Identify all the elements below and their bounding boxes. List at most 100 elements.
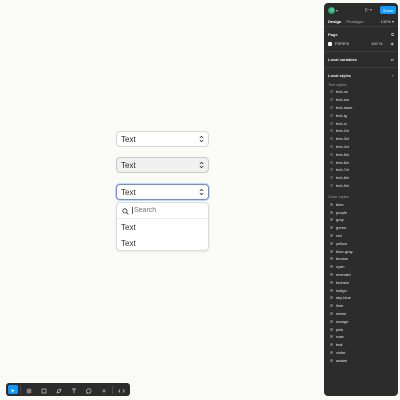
color-style-item[interactable]: purple [324, 208, 398, 216]
text-tool-button[interactable] [68, 385, 81, 394]
color-style-label: indigo [336, 287, 347, 293]
panel-header: ▾ ▷ ▾ Share [324, 3, 398, 17]
color-style-label: purple [336, 209, 348, 215]
local-variables-row[interactable]: Local variables ⇄ [324, 55, 398, 64]
rectangle-tool-button[interactable] [38, 385, 51, 394]
color-styles-list: blue purple gray green red yellow blue-gray bro… [324, 200, 398, 364]
chevron-down-icon[interactable]: ▾ [370, 7, 372, 12]
color-style-label: sky-blue [336, 295, 351, 301]
color-style-item[interactable]: violet [324, 349, 398, 357]
color-swatch-icon [330, 249, 333, 253]
select-focused[interactable]: Text [116, 184, 209, 200]
eye-icon[interactable]: ◉ [391, 41, 395, 46]
panel-divider [324, 51, 398, 52]
text-style-item[interactable]: text-base [324, 104, 398, 112]
dropdown-option[interactable]: Text [117, 235, 208, 251]
select-label: Text [121, 187, 136, 197]
color-swatch-icon [330, 350, 333, 354]
color-swatch-icon [330, 241, 333, 245]
chevron-down-icon[interactable]: ▾ [336, 8, 338, 13]
share-button[interactable]: Share [380, 6, 396, 14]
color-style-item[interactable]: avatar [324, 356, 398, 364]
page-color-hex[interactable]: F5F5F5 [335, 41, 349, 46]
color-style-label: rose [336, 334, 344, 340]
search-input[interactable] [133, 207, 194, 214]
canvas[interactable]: Text Text Text Text [0, 0, 324, 400]
text-style-item[interactable]: text-9xl [324, 182, 398, 190]
dropdown-option[interactable]: Text [117, 219, 208, 235]
text-style-item[interactable]: text-6xl [324, 158, 398, 166]
tab-design[interactable]: Design [328, 19, 341, 24]
text-styles-list: text-xs text-sm text-base text-lg text-xl tex… [324, 88, 398, 189]
color-style-item[interactable]: emerald [324, 271, 398, 279]
color-style-item[interactable]: yellow [324, 239, 398, 247]
text-style-label: text-base [336, 104, 353, 110]
text-style-item[interactable]: text-sm [324, 96, 398, 104]
settings-icon[interactable]: ⇄ [391, 57, 394, 62]
dropdown-search[interactable] [117, 203, 208, 219]
color-style-label: yellow [336, 240, 348, 246]
color-style-item[interactable]: indigo [324, 286, 398, 294]
select-hover[interactable]: Text [116, 157, 209, 173]
color-style-item[interactable]: blue [324, 200, 398, 208]
zoom-level[interactable]: 132% ▾ [381, 19, 394, 24]
color-style-label: avatar [336, 357, 348, 363]
color-style-item[interactable]: teal [324, 341, 398, 349]
color-style-item[interactable]: cyan [324, 263, 398, 271]
tab-prototype[interactable]: Prototype [346, 19, 363, 24]
text-style-item[interactable]: text-8xl [324, 174, 398, 182]
text-style-item[interactable]: text-7xl [324, 166, 398, 174]
text-style-item[interactable]: text-4xl [324, 143, 398, 151]
color-style-item[interactable]: blue-gray [324, 247, 398, 255]
text-style-item[interactable]: text-2xl [324, 127, 398, 135]
text-style-item[interactable]: text-3xl [324, 135, 398, 143]
color-style-item[interactable]: bronze [324, 255, 398, 263]
color-style-item[interactable]: gray [324, 216, 398, 224]
color-style-item[interactable]: lime [324, 302, 398, 310]
color-style-item[interactable]: fuchsia [324, 278, 398, 286]
frame-icon [26, 381, 32, 399]
color-swatch-icon [330, 210, 333, 214]
color-style-item[interactable]: green [324, 224, 398, 232]
move-tool-button[interactable] [8, 385, 19, 394]
actions-tool-button[interactable] [97, 385, 110, 394]
app-window: Text Text Text Text [0, 0, 400, 400]
properties-panel: ▾ ▷ ▾ Share Design Prototype 132% ▾ Page… [324, 3, 398, 396]
text-style-item[interactable]: text-xl [324, 119, 398, 127]
text-style-label: text-6xl [336, 159, 349, 165]
color-style-label: pink [336, 326, 344, 332]
local-variables-label: Local variables [328, 57, 357, 62]
add-style-icon[interactable]: + [392, 73, 394, 78]
page-opacity[interactable]: 100 % [371, 41, 382, 46]
page-fill-row[interactable]: F5F5F5 100 % ◉ [324, 39, 398, 48]
color-style-label: blue-gray [336, 248, 353, 254]
present-icon[interactable]: ▷ [365, 7, 369, 13]
text-icon [71, 381, 77, 399]
text-style-item[interactable]: text-5xl [324, 150, 398, 158]
local-styles-label: Local styles [328, 73, 351, 78]
color-style-item[interactable]: red [324, 232, 398, 240]
text-style-icon [330, 129, 333, 133]
pen-tool-button[interactable] [53, 385, 66, 394]
toolbar-divider [112, 385, 114, 394]
color-style-item[interactable]: sky-blue [324, 294, 398, 302]
avatar[interactable] [328, 6, 335, 14]
color-style-item[interactable]: pink [324, 325, 398, 333]
chevron-up-down-icon [198, 188, 204, 196]
text-style-item[interactable]: text-xs [324, 88, 398, 96]
frame-tool-button[interactable] [23, 385, 36, 394]
color-style-item[interactable]: metal [324, 310, 398, 318]
select-default[interactable]: Text [116, 131, 209, 147]
collapse-icon[interactable]: ⧉ [391, 32, 394, 37]
color-style-item[interactable]: orange [324, 317, 398, 325]
color-style-label: gray [336, 217, 344, 223]
bottom-toolbar [6, 383, 130, 396]
color-swatch-icon [330, 327, 333, 331]
text-style-label: text-xs [336, 89, 348, 95]
dev-mode-toggle[interactable] [115, 385, 128, 394]
text-style-item[interactable]: text-lg [324, 111, 398, 119]
text-style-label: text-3xl [336, 136, 349, 142]
comment-tool-button[interactable] [82, 385, 95, 394]
color-style-item[interactable]: rose [324, 333, 398, 341]
page-color-swatch[interactable] [328, 41, 332, 46]
